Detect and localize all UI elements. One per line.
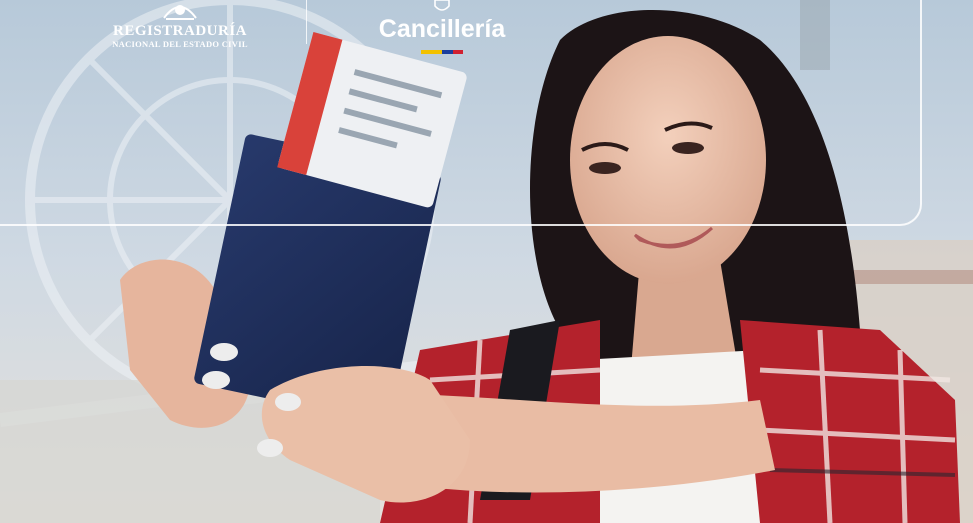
cancilleria-title: Cancillería	[378, 15, 506, 43]
registraduria-subtitle: NACIONAL DEL ESTADO CIVIL	[112, 39, 248, 49]
registraduria-title: REGISTRADURÍA	[112, 23, 248, 39]
colombia-coat-of-arms-icon	[434, 0, 450, 11]
colombia-flag-stripe	[421, 50, 463, 54]
logo-divider	[306, 0, 307, 44]
cancilleria-logo: Cancillería	[362, 0, 522, 62]
hero-photo	[0, 0, 973, 523]
registraduria-seal-icon	[163, 5, 197, 20]
registraduria-logo: REGISTRADURÍA NACIONAL DEL ESTADO CIVIL	[110, 0, 250, 52]
